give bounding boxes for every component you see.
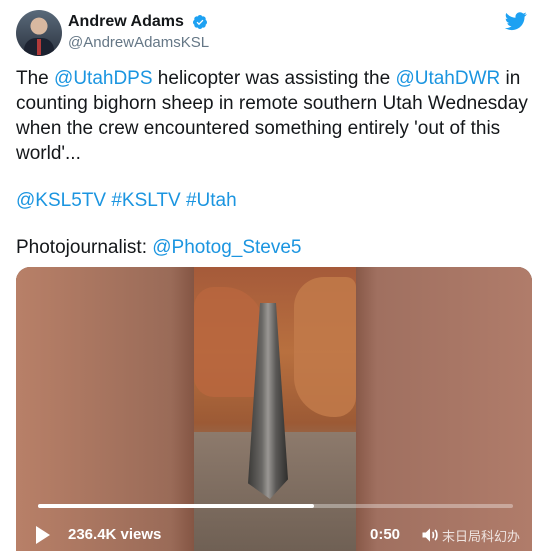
progress-bar[interactable] bbox=[38, 504, 513, 508]
sound-icon[interactable] bbox=[420, 525, 440, 545]
author-block[interactable]: Andrew Adams @AndrewAdamsKSL bbox=[68, 13, 209, 51]
author-handle[interactable]: @AndrewAdamsKSL bbox=[68, 34, 209, 51]
avatar[interactable] bbox=[16, 10, 62, 56]
author-display-name[interactable]: Andrew Adams bbox=[68, 13, 184, 31]
play-icon[interactable] bbox=[36, 526, 50, 544]
tweet-body: The @UtahDPS helicopter was assisting th… bbox=[16, 66, 532, 166]
progress-fill bbox=[38, 504, 314, 508]
video-player[interactable]: 236.4K views 0:50 末日局科幻办 bbox=[16, 267, 532, 551]
mention-photog[interactable]: @Photog_Steve5 bbox=[152, 237, 301, 258]
view-count: 236.4K views bbox=[68, 526, 162, 543]
watermark: 末日局科幻办 bbox=[442, 529, 521, 544]
tweet-credit: Photojournalist: @Photog_Steve5 bbox=[16, 235, 532, 260]
hashtag-utah[interactable]: #Utah bbox=[186, 190, 237, 211]
tweet-text: The @UtahDPS helicopter was assisting th… bbox=[16, 66, 532, 260]
mention-utahdps[interactable]: @UtahDPS bbox=[54, 68, 153, 89]
twitter-bird-icon[interactable] bbox=[504, 10, 528, 32]
photo-label: Photojournalist: bbox=[16, 237, 153, 258]
mention-utahdwr[interactable]: @UtahDWR bbox=[395, 68, 500, 89]
tweet-tags: @KSL5TV #KSLTV #Utah bbox=[16, 188, 532, 213]
tweet-text-segment: helicopter was assisting the bbox=[152, 68, 396, 89]
tweet-header: Andrew Adams @AndrewAdamsKSL bbox=[16, 8, 532, 58]
verified-badge-icon bbox=[193, 15, 208, 29]
time-remaining: 0:50 bbox=[370, 526, 401, 543]
mention-ksl5tv[interactable]: @KSL5TV bbox=[16, 190, 106, 211]
tweet-text-segment: The bbox=[16, 68, 55, 89]
hashtag-ksltv[interactable]: #KSLTV bbox=[111, 190, 180, 211]
